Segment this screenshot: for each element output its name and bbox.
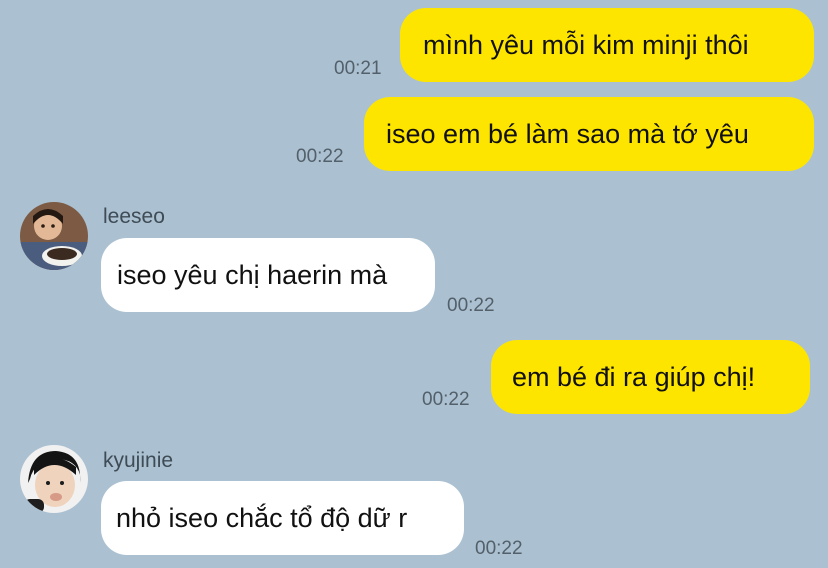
kyujinie-avatar[interactable] <box>20 445 88 513</box>
received-message-bubble[interactable]: iseo yêu chị haerin mà <box>101 238 435 312</box>
sender-name: kyujinie <box>103 449 174 472</box>
my-message-bubble[interactable]: iseo em bé làm sao mà tớ yêu <box>364 97 814 171</box>
sender-name: leeseo <box>103 205 165 228</box>
message-time: 00:22 <box>296 146 344 167</box>
leeseo-avatar[interactable] <box>20 202 88 270</box>
message-time: 00:22 <box>422 389 470 410</box>
message-time: 00:21 <box>334 58 382 79</box>
my-message-bubble[interactable]: mình yêu mỗi kim minji thôi <box>400 8 814 82</box>
message-time: 00:22 <box>475 538 523 559</box>
message-time: 00:22 <box>447 295 495 316</box>
my-message-bubble[interactable]: em bé đi ra giúp chị! <box>491 340 810 414</box>
received-message-bubble[interactable]: nhỏ iseo chắc tổ độ dữ r <box>101 481 464 555</box>
